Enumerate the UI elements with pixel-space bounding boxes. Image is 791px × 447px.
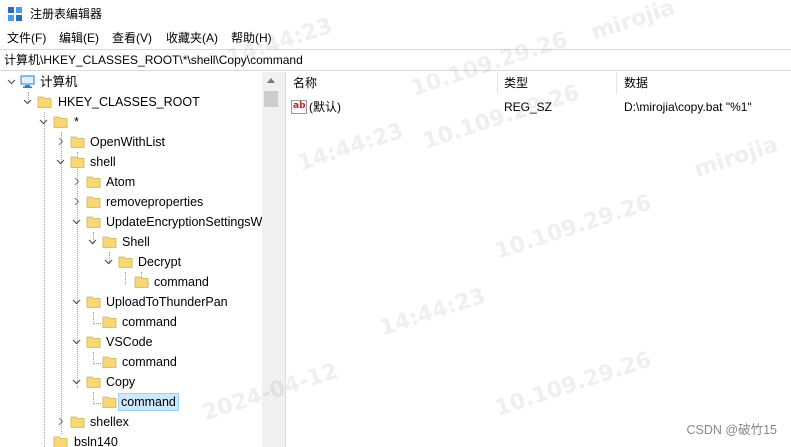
tree-node-updateencryption[interactable]: UpdateEncryptionSettingsW — [0, 212, 262, 232]
menu-edit[interactable]: 编辑(E) — [57, 30, 101, 46]
watermark-credit: CSDN @破竹15 — [686, 423, 778, 437]
key-tree-pane[interactable]: 计算机 HKEY_CLASSES_ROOT * OpenWithList she… — [0, 72, 280, 447]
chevron-down-icon[interactable] — [104, 257, 113, 266]
chevron-down-icon[interactable] — [23, 97, 32, 106]
folder-icon — [102, 396, 117, 408]
values-list-pane[interactable]: 名称 类型 数据 ab (默认) REG_SZ D:\mirojia\copy.… — [287, 72, 791, 447]
tree-node-vscode-command[interactable]: command — [0, 352, 262, 372]
tree-label: bsln140 — [74, 435, 118, 447]
column-header-name[interactable]: 名称 — [293, 75, 317, 91]
tree-label: shell — [90, 155, 116, 169]
value-name: (默认) — [309, 100, 341, 114]
tree-node-openwithlist[interactable]: OpenWithList — [0, 132, 262, 152]
folder-icon — [118, 256, 133, 268]
window-title: 注册表编辑器 — [30, 7, 103, 21]
address-bar[interactable]: 计算机\HKEY_CLASSES_ROOT\*\shell\Copy\comma… — [0, 49, 791, 71]
chevron-down-icon[interactable] — [72, 297, 81, 306]
folder-icon — [134, 276, 149, 288]
chevron-down-icon[interactable] — [72, 217, 81, 226]
menu-file[interactable]: 文件(F) — [5, 30, 48, 46]
folder-icon — [86, 296, 101, 308]
tree-node-vscode[interactable]: VSCode — [0, 332, 262, 352]
chevron-right-icon[interactable] — [56, 137, 65, 146]
tree-node-decrypt-command[interactable]: command — [0, 272, 262, 292]
chevron-down-icon[interactable] — [7, 77, 16, 86]
tree-label: Copy — [106, 375, 136, 389]
tree-label: shellex — [90, 415, 129, 429]
folder-icon — [86, 336, 101, 348]
value-type: REG_SZ — [504, 100, 553, 114]
tree-label: Atom — [106, 175, 136, 189]
folder-icon — [53, 116, 68, 128]
folder-icon — [53, 436, 68, 447]
tree-label: 计算机 — [40, 75, 78, 89]
tree-node-thunder-command[interactable]: command — [0, 312, 262, 332]
chevron-down-icon[interactable] — [56, 157, 65, 166]
tree-node-thunder[interactable]: UploadToThunderPan — [0, 292, 262, 312]
title-bar: 注册表编辑器 — [0, 0, 791, 28]
folder-icon — [37, 96, 52, 108]
tree-label: * — [74, 115, 79, 129]
tree-label: UploadToThunderPan — [106, 295, 228, 309]
folder-icon — [86, 176, 101, 188]
folder-icon — [102, 236, 117, 248]
tree-node-atom[interactable]: Atom — [0, 172, 262, 192]
registry-editor-icon — [8, 7, 22, 21]
folder-icon — [86, 376, 101, 388]
menu-bar: 文件(F) 编辑(E) 查看(V) 收藏夹(A) 帮助(H) — [0, 28, 791, 48]
menu-favorites[interactable]: 收藏夹(A) — [164, 30, 220, 46]
scroll-thumb[interactable] — [264, 91, 278, 107]
chevron-right-icon[interactable] — [72, 177, 81, 186]
tree-node-hkcr[interactable]: HKEY_CLASSES_ROOT — [0, 92, 262, 112]
tree-label: command — [118, 393, 179, 411]
tree-node-removeproperties[interactable]: removeproperties — [0, 192, 262, 212]
folder-icon — [86, 196, 101, 208]
tree-label: Decrypt — [138, 255, 182, 269]
pane-splitter[interactable] — [280, 72, 286, 447]
chevron-down-icon[interactable] — [39, 117, 48, 126]
tree-label: OpenWithList — [90, 135, 166, 149]
folder-icon — [70, 416, 85, 428]
tree-node-shellex[interactable]: shellex — [0, 412, 262, 432]
tree-node-shell[interactable]: shell — [0, 152, 262, 172]
folder-icon — [70, 136, 85, 148]
tree-label: HKEY_CLASSES_ROOT — [58, 95, 200, 109]
value-data: D:\mirojia\copy.bat "%1" — [624, 100, 752, 114]
address-path[interactable]: 计算机\HKEY_CLASSES_ROOT\*\shell\Copy\comma… — [4, 52, 303, 68]
chevron-down-icon[interactable] — [72, 337, 81, 346]
tree-node-computer[interactable]: 计算机 — [0, 72, 262, 92]
tree-scrollbar[interactable] — [262, 72, 280, 447]
tree-node-bsln140[interactable]: bsln140 — [0, 432, 262, 447]
chevron-right-icon[interactable] — [56, 417, 65, 426]
tree-label: VSCode — [106, 335, 153, 349]
tree-node-copy-command[interactable]: command — [0, 392, 262, 412]
tree-label: command — [122, 355, 177, 369]
tree-node-star[interactable]: * — [0, 112, 262, 132]
tree-label: removeproperties — [106, 195, 204, 209]
chevron-down-icon[interactable] — [72, 377, 81, 386]
computer-icon — [20, 75, 35, 88]
folder-icon — [86, 216, 101, 228]
tree-label: command — [154, 275, 209, 289]
scroll-up-icon[interactable] — [267, 78, 275, 83]
chevron-right-icon[interactable] — [72, 197, 81, 206]
menu-help[interactable]: 帮助(H) — [229, 30, 274, 46]
tree-node-copy[interactable]: Copy — [0, 372, 262, 392]
folder-icon — [102, 356, 117, 368]
folder-icon — [102, 316, 117, 328]
menu-view[interactable]: 查看(V) — [110, 30, 154, 46]
column-header-data[interactable]: 数据 — [624, 75, 648, 91]
chevron-down-icon[interactable] — [88, 237, 97, 246]
column-header-type[interactable]: 类型 — [504, 75, 528, 91]
folder-icon — [70, 156, 85, 168]
tree-label: command — [122, 315, 177, 329]
tree-node-decrypt[interactable]: Decrypt — [0, 252, 262, 272]
tree-label: UpdateEncryptionSettingsW — [106, 215, 263, 229]
tree-node-shell-sub[interactable]: Shell — [0, 232, 262, 252]
string-value-icon: ab — [291, 100, 307, 114]
tree-label: Shell — [122, 235, 150, 249]
